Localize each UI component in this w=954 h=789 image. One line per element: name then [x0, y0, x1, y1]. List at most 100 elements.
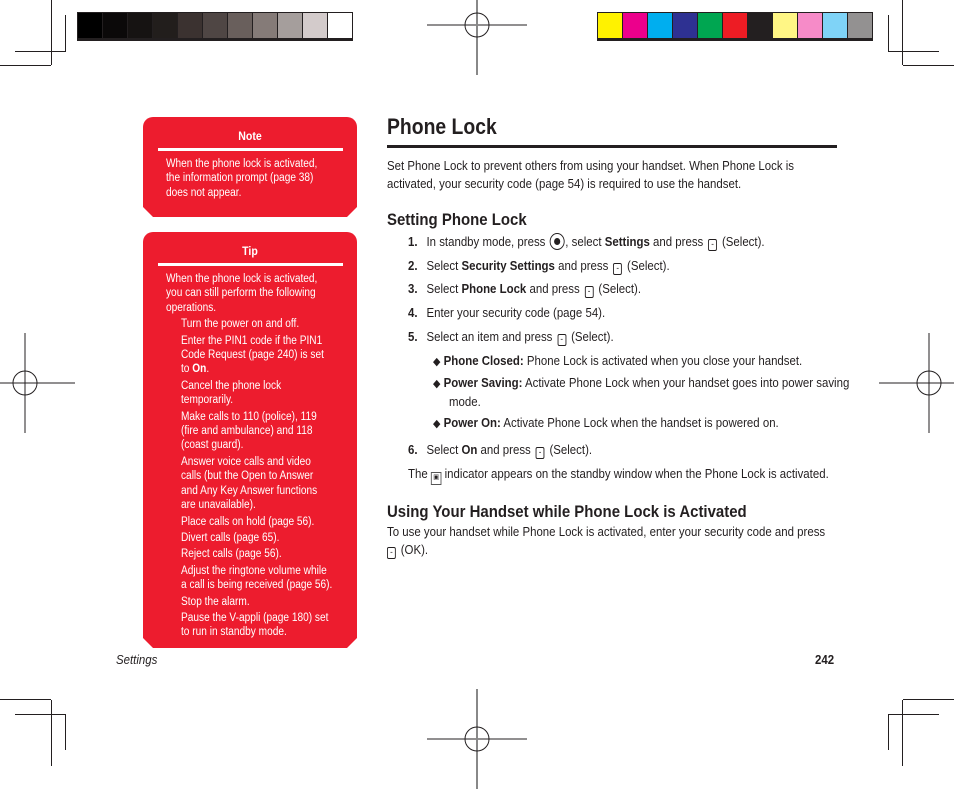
- grayscale-swatch: [253, 13, 277, 38]
- registration-mark-bottom: [427, 689, 527, 789]
- tip-item-line: Reject calls (page 56).: [181, 548, 282, 561]
- softkey-icon: -: [613, 263, 623, 275]
- tip-item-line: temporarily.: [181, 394, 234, 407]
- note-text-line: When the phone lock is activated,: [166, 158, 318, 170]
- grayscale-swatch: [303, 13, 327, 38]
- tip-list-item: Adjust the ringtone volume while a call i…: [181, 564, 345, 593]
- tip-item-line: Code Request (page 240) is set: [181, 349, 324, 362]
- grayscale-swatch: [153, 13, 177, 38]
- bullet-diamond-icon: ◆: [432, 356, 441, 368]
- process-swatch: [798, 13, 822, 38]
- process-swatch: [848, 13, 872, 38]
- option-phone-closed: ◆ Phone Closed: Phone Lock is activated …: [432, 353, 803, 368]
- tip-item-line: to run in standby mode.: [181, 626, 287, 639]
- title-rule: [387, 145, 837, 148]
- registration-mark-left: [0, 333, 75, 433]
- process-swatch: [698, 13, 722, 38]
- softkey-icon: -: [557, 334, 567, 346]
- tip-box: Tip When the phone lock is activated, yo…: [143, 232, 357, 648]
- grayscale-swatch: [128, 13, 152, 38]
- process-swatch: [648, 13, 672, 38]
- tip-list: Turn the power on and off. Enter the PIN1…: [166, 317, 345, 640]
- step-3: 3. Select Phone Lock and press - (Select)…: [408, 281, 642, 298]
- softkey-icon: -: [535, 447, 545, 459]
- tip-list-item: Divert calls (page 65).: [181, 531, 345, 545]
- tip-item-line: (fire and ambulance) and 118: [181, 425, 313, 438]
- registration-mark-top: [427, 0, 527, 75]
- page-title: Phone Lock: [387, 114, 497, 139]
- grayscale-swatch: [278, 13, 302, 38]
- grayscale-swatch: [78, 13, 102, 38]
- tip-list-item: Enter the PIN1 code if the PIN1 Code Requ…: [181, 334, 345, 377]
- intro-paragraph: Set Phone Lock to prevent others from us…: [387, 158, 794, 191]
- section-heading-setting: Setting Phone Lock: [387, 210, 527, 229]
- option-power-on: ◆ Power On: Activate Phone Lock when the…: [432, 415, 779, 430]
- bullet-diamond-icon: ◆: [432, 418, 441, 430]
- note-box: Note When the phone lock is activated, t…: [143, 117, 357, 217]
- tip-list-item: Reject calls (page 56).: [181, 547, 345, 561]
- tip-intro-line: When the phone lock is activated,: [166, 273, 318, 285]
- tip-item-line: a call is being received (page 56).: [181, 579, 333, 592]
- tip-title: Tip: [242, 244, 258, 258]
- note-title: Note: [238, 129, 262, 143]
- process-swatch: [723, 13, 747, 38]
- grayscale-swatch: [328, 13, 352, 38]
- tip-item-line: Pause the V-appli (page 180) set: [181, 611, 329, 624]
- tip-list-item: Turn the power on and off.: [181, 317, 345, 331]
- using-paragraph: To use your handset while Phone Lock is …: [387, 524, 826, 559]
- process-swatch: [823, 13, 847, 38]
- tip-item-line: are unavailable).: [181, 499, 256, 512]
- process-swatch: [673, 13, 697, 38]
- process-swatch: [623, 13, 647, 38]
- grayscale-color-bar: [77, 12, 353, 41]
- option-power-saving: ◆ Power Saving: Activate Phone Lock when…: [432, 375, 850, 409]
- grayscale-swatch: [178, 13, 202, 38]
- tip-item-line: calls (but the Open to Answer: [181, 470, 314, 483]
- footer-section-name: Settings: [116, 652, 158, 667]
- indicator-note: The ▣ indicator appears on the standby w…: [387, 465, 837, 485]
- section-heading-using: Using Your Handset while Phone Lock is A…: [387, 502, 747, 521]
- tip-item-line: Make calls to 110 (police), 119: [181, 410, 317, 423]
- tip-item-line: Place calls on hold (page 56).: [181, 515, 315, 528]
- tip-item-line: (coast guard).: [181, 439, 244, 452]
- tip-intro-line: operations.: [166, 301, 217, 314]
- grayscale-swatch: [103, 13, 127, 38]
- process-color-bar: [597, 12, 873, 41]
- grayscale-swatch: [203, 13, 227, 38]
- bullet-diamond-icon: ◆: [432, 378, 441, 390]
- softkey-icon: -: [584, 286, 594, 298]
- step-1: 1. In standby mode, press , select Settin…: [408, 233, 765, 251]
- step-2: 2. Select Security Settings and press - (…: [408, 258, 670, 275]
- tip-list-item: Make calls to 110 (police), 119 (fire and…: [181, 410, 345, 453]
- step-6: 6. Select On and press - (Select).: [408, 442, 593, 459]
- tip-item-line: Cancel the phone lock: [181, 379, 282, 392]
- process-swatch: [748, 13, 772, 38]
- center-key-icon: [549, 233, 565, 250]
- tip-list-item: Cancel the phone lock temporarily.: [181, 379, 345, 408]
- tip-item-line: Divert calls (page 65).: [181, 531, 280, 544]
- tip-list-item: Answer voice calls and video calls (but t…: [181, 455, 345, 513]
- tip-list-item: Pause the V-appli (page 180) set to run i…: [181, 611, 345, 640]
- tip-item-line: and Any Key Answer functions: [181, 484, 318, 497]
- softkey-icon: -: [387, 547, 396, 559]
- step-5: 5. Select an item and press - (Select).: [408, 329, 614, 346]
- note-text-line: the information prompt (page 38): [166, 172, 314, 185]
- note-text-line: does not appear.: [166, 186, 242, 199]
- tip-item-line: Enter the PIN1 code if the PIN1: [181, 334, 323, 347]
- main-content: Phone Lock Set Phone Lock to prevent oth…: [387, 112, 850, 559]
- page-number: 242: [815, 652, 835, 667]
- process-swatch: [773, 13, 797, 38]
- steps-list: 1. In standby mode, press , select Settin…: [387, 233, 850, 485]
- tip-intro-line: you can still perform the following: [166, 287, 316, 300]
- tip-item-line: Stop the alarm.: [181, 595, 250, 608]
- softkey-icon: -: [708, 239, 718, 251]
- tip-list-item: Place calls on hold (page 56).: [181, 515, 345, 529]
- phone-lock-indicator-icon: ▣: [430, 472, 442, 485]
- tip-list-item: Stop the alarm.: [181, 595, 345, 609]
- tip-item-line: Answer voice calls and video: [181, 455, 311, 468]
- registration-mark-right: [879, 333, 954, 433]
- tip-item-line: to On.: [181, 363, 210, 376]
- tip-item-line: Turn the power on and off.: [181, 318, 300, 331]
- step-4: 4. Enter your security code (page 54).: [408, 305, 606, 320]
- grayscale-swatch: [228, 13, 252, 38]
